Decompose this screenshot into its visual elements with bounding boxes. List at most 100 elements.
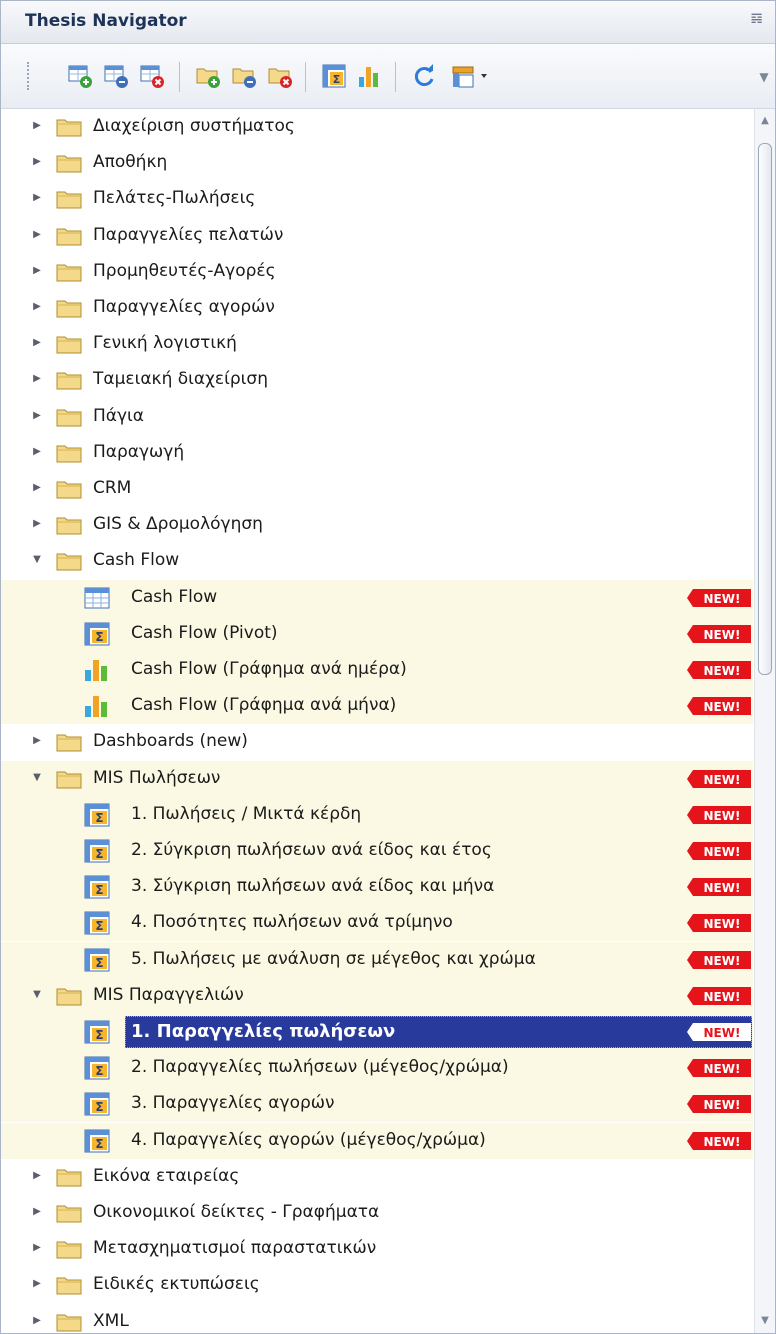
tree-report-item[interactable]: Σ Cash Flow (Pivot) NEW! — [1, 615, 753, 652]
tree-report-item[interactable]: Σ 2. Σύγκριση πωλήσεων ανά είδος και έτος… — [1, 833, 753, 869]
expand-arrow-right-icon[interactable]: ▶ — [31, 1315, 43, 1327]
toolbar-overflow-chevron-icon[interactable]: ▼ — [755, 62, 773, 92]
folder-icon — [56, 771, 82, 789]
tree-report-item[interactable]: Σ 1. Πωλήσεις / Μικτά κέρδη NEW! — [1, 796, 753, 833]
expand-arrow-right-icon[interactable]: ▶ — [31, 446, 43, 458]
tree-folder-node[interactable]: ▶ Dashboards (new) — [1, 724, 753, 760]
toolbar-separator — [305, 62, 306, 92]
expand-arrow-right-icon[interactable]: ▶ — [31, 265, 43, 277]
expand-arrow-right-icon[interactable]: ▶ — [31, 192, 43, 204]
expand-arrow-right-icon[interactable]: ▶ — [31, 156, 43, 168]
expand-arrow-right-icon[interactable]: ▶ — [31, 1242, 43, 1254]
tree-report-item[interactable]: Σ 4. Ποσότητες πωλήσεων ανά τρίμηνο NEW! — [1, 905, 753, 942]
expand-arrow-right-icon[interactable]: ▶ — [31, 410, 43, 422]
pivot-icon: Σ — [84, 1020, 110, 1044]
pivot-icon[interactable]: Σ — [321, 63, 347, 89]
tree-folder-node[interactable]: ▶ Ειδικές εκτυπώσεις — [1, 1267, 753, 1303]
edit-folder-icon[interactable] — [231, 63, 257, 89]
svg-text:Σ: Σ — [95, 811, 103, 825]
tree-report-item[interactable]: Σ 2. Παραγγελίες πωλήσεων (μέγεθος/χρώμα)… — [1, 1050, 753, 1087]
tree-report-item[interactable]: Σ 1. Παραγγελίες πωλήσεων NEW! — [1, 1014, 753, 1050]
svg-text:Σ: Σ — [95, 630, 103, 644]
refresh-icon[interactable] — [411, 63, 437, 89]
tree-folder-node[interactable]: ▶ Εικόνα εταιρείας — [1, 1159, 753, 1195]
tree-folder-node[interactable]: ▼ MIS Πωλήσεων NEW! — [1, 760, 753, 797]
tree-folder-node[interactable]: ▶ Προμηθευτές-Αγορές — [1, 254, 753, 290]
add-folder-icon[interactable] — [195, 63, 221, 89]
tree-item-label: 2. Παραγγελίες πωλήσεων (μέγεθος/χρώμα) — [131, 1057, 509, 1078]
tree-folder-node[interactable]: ▶ Πελάτες-Πωλήσεις — [1, 181, 753, 217]
expand-arrow-right-icon[interactable]: ▶ — [31, 518, 43, 530]
new-badge: NEW! — [687, 878, 751, 897]
pin-icon[interactable]: 𝌐 — [750, 11, 763, 27]
pivot-icon: Σ — [84, 1129, 110, 1153]
tree-folder-node[interactable]: ▶ Οικονομικοί δείκτες - Γραφήματα — [1, 1195, 753, 1231]
expand-arrow-right-icon[interactable]: ▶ — [31, 1170, 43, 1182]
delete-item-icon[interactable] — [139, 63, 165, 89]
folder-icon — [56, 264, 82, 282]
tree-folder-node[interactable]: ▶ Αποθήκη — [1, 145, 753, 181]
scroll-up-arrow-icon[interactable]: ▲ — [755, 111, 775, 131]
chart-icon[interactable] — [357, 63, 383, 89]
vertical-scrollbar[interactable]: ▲ ▼ — [754, 109, 775, 1333]
tree-folder-node[interactable]: ▶ Πάγια — [1, 399, 753, 435]
customize-dropdown-icon[interactable] — [451, 63, 491, 89]
scroll-thumb[interactable] — [758, 143, 772, 675]
expand-arrow-right-icon[interactable]: ▶ — [31, 229, 43, 241]
folder-icon — [56, 119, 82, 137]
tree-report-item[interactable]: Cash Flow (Γράφημα ανά μήνα) NEW! — [1, 688, 753, 725]
expand-arrow-right-icon[interactable]: ▶ — [31, 337, 43, 349]
delete-folder-icon[interactable] — [267, 63, 293, 89]
toolbar-grip[interactable] — [27, 62, 35, 90]
tree-folder-node[interactable]: ▶ GIS & Δρομολόγηση — [1, 507, 753, 543]
tree-item-label: 1. Πωλήσεις / Μικτά κέρδη — [131, 803, 362, 824]
new-badge-text: NEW! — [704, 990, 741, 1004]
expand-arrow-down-icon[interactable]: ▼ — [31, 772, 43, 784]
expand-arrow-right-icon[interactable]: ▶ — [31, 482, 43, 494]
tree-folder-node[interactable]: ▶ Παραγωγή — [1, 435, 753, 471]
tree-item-label: Πάγια — [93, 405, 145, 426]
expand-arrow-right-icon[interactable]: ▶ — [31, 1206, 43, 1218]
tree-report-item[interactable]: Σ 4. Παραγγελίες αγορών (μέγεθος/χρώμα) NE… — [1, 1122, 753, 1159]
tree-folder-node[interactable]: ▶ Διαχείριση συστήματος — [1, 109, 753, 145]
tree-item-label: 5. Πωλήσεις με ανάλυση σε μέγεθος και χρ… — [131, 948, 536, 969]
svg-text:Σ: Σ — [95, 883, 103, 897]
pivot-icon: Σ — [84, 911, 110, 935]
tree-folder-node[interactable]: ▶ CRM — [1, 471, 753, 507]
folder-icon — [56, 1205, 82, 1223]
tree-folder-node[interactable]: ▶ Ταμειακή διαχείριση — [1, 362, 753, 398]
pivot-icon: Σ — [84, 1092, 110, 1116]
new-badge: NEW! — [687, 624, 751, 643]
tree-item-label: Παραγωγή — [93, 441, 185, 462]
tree-folder-node[interactable]: ▼ Cash Flow — [1, 543, 753, 579]
tree-folder-node[interactable]: ▶ XML — [1, 1304, 753, 1333]
expand-arrow-right-icon[interactable]: ▶ — [31, 1278, 43, 1290]
new-badge-text: NEW! — [704, 773, 741, 787]
new-badge: NEW! — [687, 769, 751, 788]
toolbar-separator — [179, 62, 180, 92]
tree-report-item[interactable]: Σ 5. Πωλήσεις με ανάλυση σε μέγεθος και χ… — [1, 941, 753, 978]
tree-folder-node[interactable]: ▶ Μετασχηματισμοί παραστατικών — [1, 1231, 753, 1267]
expand-arrow-right-icon[interactable]: ▶ — [31, 735, 43, 747]
tree-report-item[interactable]: Cash Flow (Γράφημα ανά ημέρα) NEW! — [1, 652, 753, 688]
tree-report-item[interactable]: Cash Flow NEW! — [1, 579, 753, 616]
expand-arrow-right-icon[interactable]: ▶ — [31, 373, 43, 385]
tree-folder-node[interactable]: ▶ Παραγγελίες αγορών — [1, 290, 753, 326]
tree-folder-node[interactable]: ▶ Γενική λογιστική — [1, 326, 753, 362]
expand-arrow-down-icon[interactable]: ▼ — [31, 554, 43, 566]
tree-folder-node[interactable]: ▶ Παραγγελίες πελατών — [1, 218, 753, 254]
svg-text:Σ: Σ — [95, 956, 103, 970]
tree-report-item[interactable]: Σ 3. Σύγκριση πωλήσεων ανά είδος και μήνα… — [1, 869, 753, 906]
edit-item-icon[interactable] — [103, 63, 129, 89]
tree-folder-node[interactable]: ▼ MIS Παραγγελιών NEW! — [1, 977, 753, 1014]
new-badge: NEW! — [687, 588, 751, 607]
expand-arrow-down-icon[interactable]: ▼ — [31, 989, 43, 1001]
new-badge: NEW! — [687, 914, 751, 933]
expand-arrow-right-icon[interactable]: ▶ — [31, 301, 43, 313]
scroll-down-arrow-icon[interactable]: ▼ — [755, 1311, 775, 1331]
add-item-icon[interactable] — [67, 63, 93, 89]
tree-item-label: Αποθήκη — [93, 152, 168, 173]
tree-report-item[interactable]: Σ 3. Παραγγελίες αγορών NEW! — [1, 1086, 753, 1123]
expand-arrow-right-icon[interactable]: ▶ — [31, 120, 43, 132]
new-badge-text: NEW! — [704, 1062, 741, 1076]
